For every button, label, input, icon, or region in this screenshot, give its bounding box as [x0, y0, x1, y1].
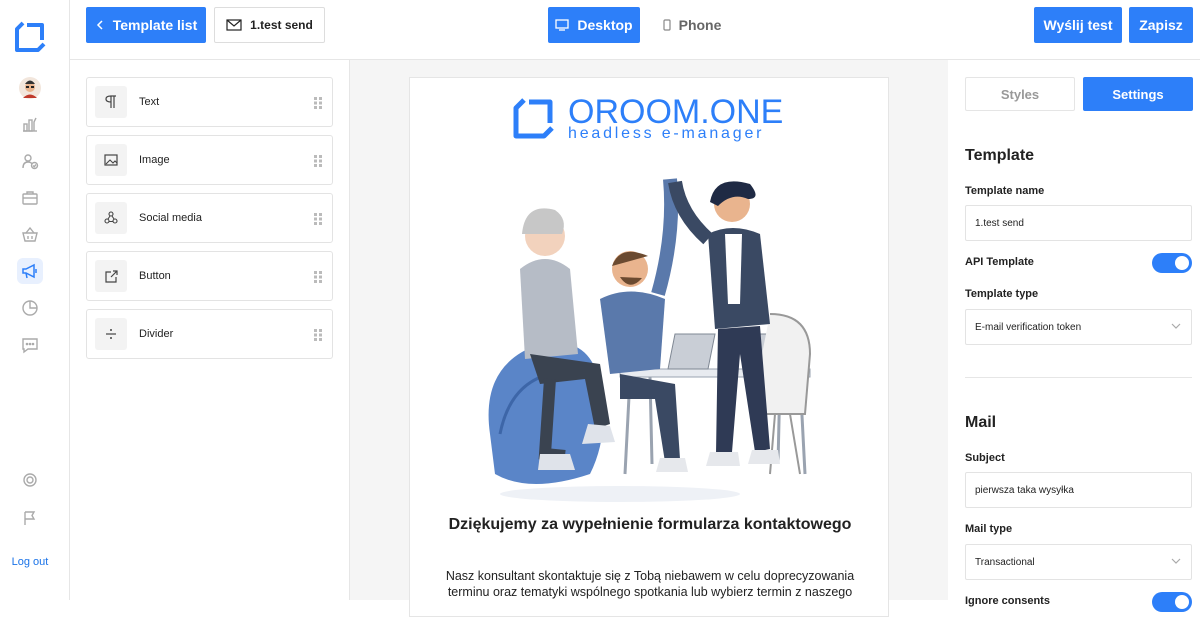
external-link-icon — [95, 260, 127, 292]
flag-icon[interactable] — [17, 505, 43, 531]
phone-view-label: Phone — [678, 17, 722, 33]
email-preview[interactable]: OROOM.ONE headless e-manager Dziękujemy … — [409, 77, 889, 617]
template-name-label: Template name — [965, 185, 1045, 197]
chevron-left-icon — [96, 20, 103, 30]
desktop-view-label: Desktop — [577, 17, 633, 33]
logo-icon — [513, 98, 554, 139]
template-section-title: Template — [965, 147, 1035, 164]
drag-handle-icon[interactable] — [314, 97, 322, 109]
desktop-view-button[interactable]: Desktop — [548, 7, 640, 43]
template-name-input[interactable]: 1.test send — [965, 205, 1192, 241]
block-divider[interactable]: Divider — [86, 309, 333, 359]
top-bar: Template list 1.test send Desktop Phone … — [70, 0, 1200, 60]
template-name-chip-label: 1.test send — [250, 18, 313, 32]
send-test-button[interactable]: Wyślij test — [1034, 7, 1122, 43]
phone-view-button[interactable]: Phone — [652, 7, 732, 43]
save-button[interactable]: Zapisz — [1129, 7, 1193, 43]
tab-styles[interactable]: Styles — [965, 77, 1075, 111]
api-template-label: API Template — [965, 256, 1034, 268]
settings-panel: Styles Settings Template Template name 1… — [948, 60, 1200, 612]
brand-logo[interactable]: OROOM.ONE headless e-manager — [510, 93, 800, 142]
briefcase-icon[interactable] — [17, 185, 43, 211]
block-label: Image — [139, 154, 170, 166]
drag-handle-icon[interactable] — [314, 329, 322, 341]
phone-icon — [663, 19, 671, 31]
mail-section-title: Mail — [965, 414, 997, 431]
template-list-button[interactable]: Template list — [86, 7, 206, 43]
megaphone-icon[interactable] — [17, 258, 43, 284]
ignore-consents-toggle[interactable] — [1152, 592, 1192, 612]
left-rail: Log out — [0, 0, 70, 600]
chevron-down-icon — [1171, 323, 1181, 329]
users-icon[interactable] — [17, 148, 43, 174]
image-icon — [95, 144, 127, 176]
share-icon — [95, 202, 127, 234]
pie-chart-icon[interactable] — [17, 295, 43, 321]
api-template-toggle[interactable] — [1152, 253, 1192, 273]
template-type-label: Template type — [965, 288, 1039, 300]
block-image[interactable]: Image — [86, 135, 333, 185]
block-label: Text — [139, 96, 160, 108]
basket-icon[interactable] — [17, 222, 43, 248]
editor-canvas: OROOM.ONE headless e-manager Dziękujemy … — [350, 60, 948, 617]
chart-icon[interactable] — [17, 111, 43, 137]
template-list-label: Template list — [112, 17, 198, 33]
blocks-panel: Text Image Social media Button Divider — [70, 60, 350, 600]
envelope-icon — [226, 19, 242, 31]
tab-settings[interactable]: Settings — [1083, 77, 1193, 111]
drag-handle-icon[interactable] — [314, 213, 322, 225]
avatar[interactable] — [17, 75, 43, 101]
ignore-consents-label: Ignore consents — [965, 595, 1050, 607]
block-text[interactable]: Text — [86, 77, 333, 127]
email-heading[interactable]: Dziękujemy za wypełnienie formularza kon… — [410, 516, 888, 534]
subject-input[interactable]: pierwsza taka wysyłka — [965, 472, 1192, 508]
logout-link[interactable]: Log out — [0, 556, 60, 568]
template-type-select[interactable]: E-mail verification token — [965, 309, 1192, 345]
pilcrow-icon — [95, 86, 127, 118]
brand-subtitle: headless e-manager — [568, 125, 765, 142]
block-label: Button — [139, 270, 171, 282]
divide-icon — [95, 318, 127, 350]
logo-icon[interactable] — [13, 20, 47, 54]
block-button[interactable]: Button — [86, 251, 333, 301]
email-body-text[interactable]: Nasz konsultant skontaktuje się z Tobą n… — [434, 568, 866, 600]
drag-handle-icon[interactable] — [314, 155, 322, 167]
section-divider — [965, 377, 1192, 378]
monitor-icon — [555, 19, 570, 31]
drag-handle-icon[interactable] — [314, 271, 322, 283]
chat-icon[interactable] — [17, 332, 43, 358]
block-social-media[interactable]: Social media — [86, 193, 333, 243]
lifebuoy-icon[interactable] — [17, 467, 43, 493]
block-label: Social media — [139, 212, 202, 224]
hero-illustration[interactable] — [470, 174, 830, 504]
chevron-down-icon — [1171, 558, 1181, 564]
subject-label: Subject — [965, 452, 1005, 464]
mail-type-select[interactable]: Transactional — [965, 544, 1192, 580]
template-type-value: E-mail verification token — [975, 321, 1082, 333]
mail-type-value: Transactional — [975, 556, 1035, 568]
mail-type-label: Mail type — [965, 523, 1013, 535]
block-label: Divider — [139, 328, 174, 340]
template-name-chip[interactable]: 1.test send — [214, 7, 325, 43]
